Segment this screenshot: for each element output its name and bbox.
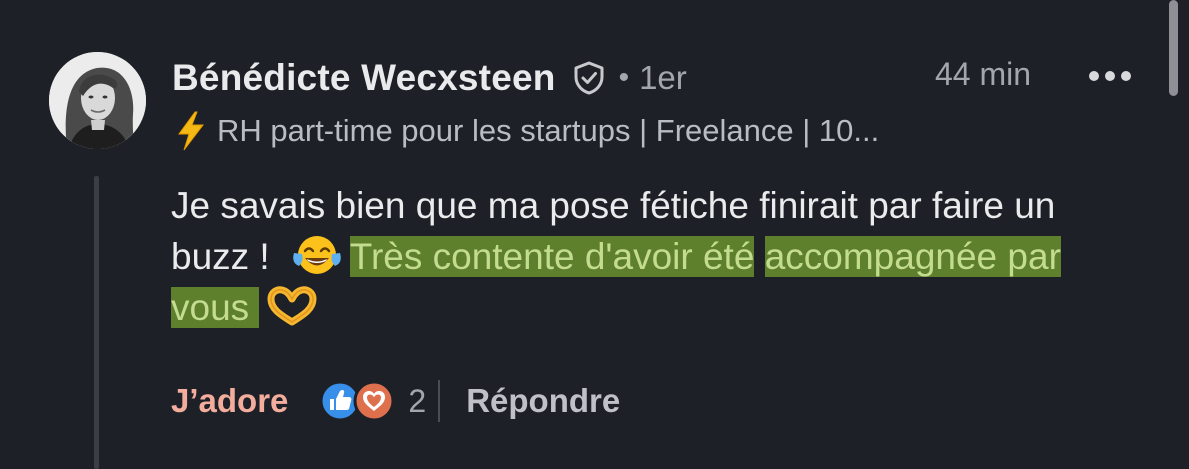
author-headline: RH part-time pour les startups | Freelan… xyxy=(173,108,879,154)
love-reaction-button[interactable]: J’adore xyxy=(171,382,288,420)
connection-degree: 1er xyxy=(639,59,687,96)
highlighted-text-part1[interactable]: Très contente d'avoir été xyxy=(349,236,755,277)
thread-line xyxy=(94,176,99,469)
author-row: Bénédicte Wecxsteen • 1er xyxy=(172,52,687,104)
heart-hands-emoji-icon xyxy=(267,286,317,326)
love-reaction-icon xyxy=(353,380,395,422)
verified-shield-icon[interactable] xyxy=(571,60,607,96)
comment-screen: Bénédicte Wecxsteen • 1er 44 min RH part… xyxy=(0,0,1189,469)
scrollbar[interactable] xyxy=(1169,0,1178,96)
reaction-icons[interactable] xyxy=(318,378,398,424)
like-reaction-icon xyxy=(319,380,361,422)
reaction-count[interactable]: 2 xyxy=(408,383,426,420)
reply-button[interactable]: Répondre xyxy=(466,382,620,420)
headline-text: RH part-time pour les startups | Freelan… xyxy=(217,113,880,148)
avatar[interactable] xyxy=(49,52,146,149)
comment-actions: J’adore 2 Répondre xyxy=(171,376,620,426)
tears-of-joy-emoji-icon xyxy=(292,236,341,274)
author-name[interactable]: Bénédicte Wecxsteen xyxy=(172,57,556,99)
high-voltage-emoji-icon xyxy=(178,111,205,151)
more-options-icon[interactable] xyxy=(1087,66,1133,86)
separator-dot: • xyxy=(618,61,630,94)
comment-body: Je savais bien que ma pose fétiche finir… xyxy=(171,180,1071,333)
timestamp: 44 min xyxy=(935,56,1032,92)
divider xyxy=(438,380,441,422)
